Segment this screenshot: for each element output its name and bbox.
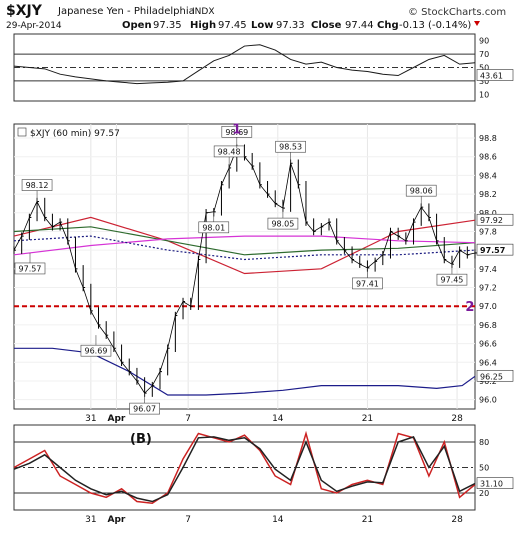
price-panel-title: $XJY (60 min) 97.57 <box>30 129 120 139</box>
callout-label-97.41: 97.41 <box>356 279 379 288</box>
right-label-97.92: 97.92 <box>480 216 503 225</box>
rsi-panel-frame <box>13 33 476 102</box>
exchange-text: INDX <box>192 7 214 17</box>
price-x-tick-Apr: Apr <box>108 414 126 424</box>
callout-label-96.69: 96.69 <box>85 347 108 356</box>
price-tick-98.4: 98.4 <box>479 171 497 180</box>
high-label: High <box>190 20 216 31</box>
price-x-tick-14: 14 <box>272 414 284 424</box>
high-value: 97.45 <box>218 20 247 31</box>
callout-label-97.57: 97.57 <box>19 264 42 273</box>
stoch-x-tick-7: 7 <box>185 515 191 525</box>
stoch-x-tick-28: 28 <box>451 515 463 525</box>
open-value: 97.35 <box>153 20 182 31</box>
right-label-96.25: 96.25 <box>480 372 503 381</box>
callout-label-98.53: 98.53 <box>279 143 302 152</box>
price-x-tick-21: 21 <box>362 414 373 424</box>
symbol-text: $XJY <box>6 3 43 19</box>
price-tick-98.8: 98.8 <box>479 134 497 143</box>
callout-label-98.12: 98.12 <box>26 181 49 190</box>
callout-label-98.48: 98.48 <box>218 147 241 156</box>
stock-chart: $XJY Japanese Yen - Philadelphia INDX 29… <box>6 3 514 525</box>
stoch-tick-80: 80 <box>479 438 489 447</box>
callout-label-98.05: 98.05 <box>271 220 294 229</box>
chart-stage: $XJY Japanese Yen - Philadelphia INDX 29… <box>0 0 520 540</box>
price-tick-97.2: 97.2 <box>479 284 497 293</box>
callout-label-97.45: 97.45 <box>440 276 463 285</box>
price-tick-97.0: 97.0 <box>479 302 497 311</box>
low-label: Low <box>251 20 273 31</box>
stoch-x-tick-Apr: Apr <box>108 515 126 525</box>
wave-label-2: 2 <box>465 300 474 315</box>
chart-header: $XJY Japanese Yen - Philadelphia INDX 29… <box>6 3 506 31</box>
price-x-tick-28: 28 <box>451 414 463 424</box>
stoch-tick-50: 50 <box>479 464 489 473</box>
open-label: Open <box>122 20 152 31</box>
callout-label-98.06: 98.06 <box>410 187 433 196</box>
close-value: 97.44 <box>345 20 374 31</box>
watermark-text: © StockCharts.com <box>408 7 506 18</box>
price-tick-96.6: 96.6 <box>479 340 497 349</box>
chg-value: -0.13 (-0.14%) <box>399 20 471 31</box>
rsi-tick-10: 10 <box>479 90 489 99</box>
chg-label: Chg <box>377 20 399 31</box>
rsi-tick-70: 70 <box>479 50 489 59</box>
callout-label-96.07: 96.07 <box>133 405 156 414</box>
wave-label-1: 1 <box>232 122 241 137</box>
price-tick-97.4: 97.4 <box>479 265 497 274</box>
price-tick-96.8: 96.8 <box>479 321 497 330</box>
stoch-last-label: 31.10 <box>480 480 503 489</box>
price-tick-98.2: 98.2 <box>479 190 497 199</box>
stoch-panel-label: (B) <box>130 432 152 447</box>
price-tick-98.6: 98.6 <box>479 153 497 162</box>
right-label-97.57: 97.57 <box>480 246 505 255</box>
price-tick-97.8: 97.8 <box>479 227 497 236</box>
stoch-x-tick-21: 21 <box>362 515 373 525</box>
price-x-tick-7: 7 <box>185 414 191 424</box>
instrument-name: Japanese Yen - Philadelphia <box>57 6 195 17</box>
down-arrow-icon <box>474 21 480 26</box>
stoch-tick-20: 20 <box>479 489 489 498</box>
stoch-x-tick-31: 31 <box>85 515 96 525</box>
stoch-x-tick-14: 14 <box>272 515 284 525</box>
price-x-tick-31: 31 <box>85 414 96 424</box>
callout-label-98.01: 98.01 <box>202 223 225 232</box>
price-tick-96.4: 96.4 <box>479 358 497 367</box>
rsi-last-label: 43.61 <box>480 72 503 81</box>
close-label: Close <box>311 20 342 31</box>
rsi-tick-90: 90 <box>479 37 489 46</box>
low-value: 97.33 <box>276 20 305 31</box>
date-text: 29-Apr-2014 <box>6 21 62 31</box>
price-tick-96.0: 96.0 <box>479 396 497 405</box>
